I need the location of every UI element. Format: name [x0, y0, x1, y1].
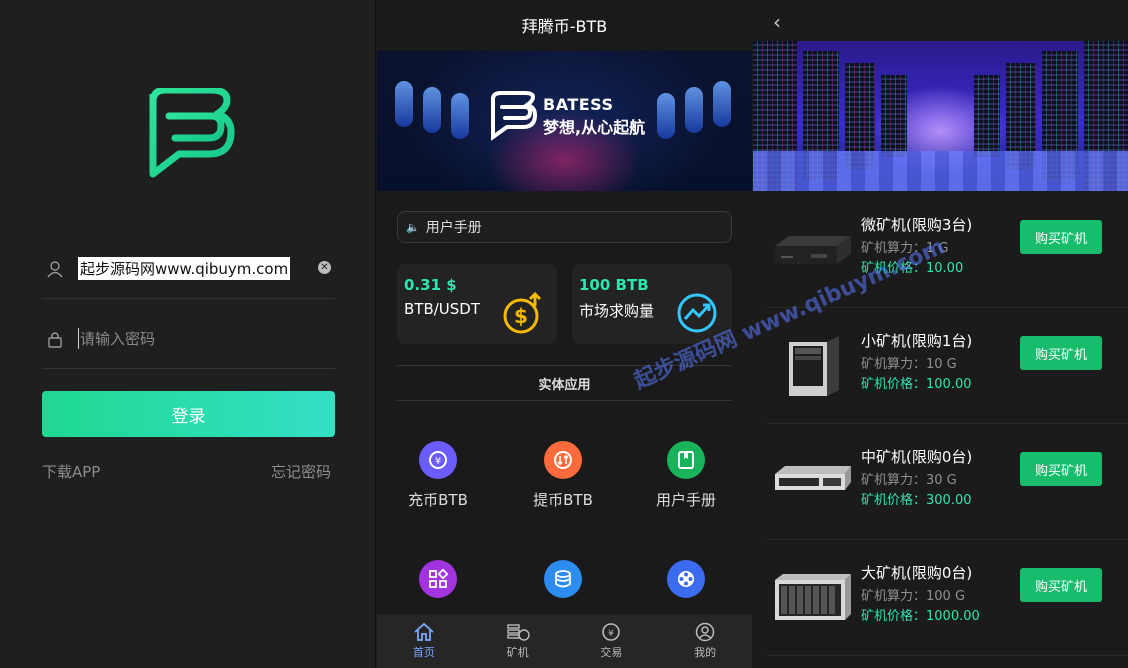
login-button[interactable]: 登录	[42, 391, 335, 437]
tab-bar: 首页 矿机 ¥ 交易 我的	[377, 614, 752, 668]
svg-text:$: $	[514, 304, 528, 328]
miner-power: 矿机算力：100 G	[861, 589, 966, 604]
app-deposit[interactable]: ¥ 充币BTB	[383, 441, 493, 510]
price-value: 0.31 $	[404, 276, 457, 294]
manual-icon	[667, 441, 705, 479]
datacenter-floor	[753, 151, 1128, 191]
user-icon	[42, 256, 68, 282]
app-manual-label: 用户手册	[655, 491, 716, 509]
banner-brand: BATESS 梦想,从心起航	[489, 91, 645, 141]
apps-grid-icon	[419, 560, 457, 598]
demand-value: 100 BTB	[579, 276, 649, 294]
password-input[interactable]: 请输入密码	[78, 328, 155, 349]
miner-power: 矿机算力：10 G	[861, 357, 957, 372]
brand-logo-icon	[491, 91, 537, 141]
notice-text: 用户手册	[425, 220, 482, 236]
screen: 起步源码网www.qibuym.com ✕ 请输入密码 登录 下载APP 忘记密…	[0, 0, 1128, 668]
tab-home-label: 首页	[412, 646, 435, 659]
divider	[397, 400, 732, 401]
medium-miner-image	[775, 466, 851, 490]
miner-item: 小矿机(限购1台) 矿机算力：10 G 矿机价格：100.00 购买矿机	[767, 308, 1128, 424]
miner-power: 矿机算力：30 G	[861, 473, 957, 488]
miner-item: 大矿机(限购0台) 矿机算力：100 G 矿机价格：1000.00 购买矿机	[767, 540, 1128, 656]
tab-exchange[interactable]: ¥ 交易	[565, 614, 659, 668]
miner-price: 矿机价格：100.00	[861, 377, 972, 392]
clear-input-icon[interactable]: ✕	[318, 261, 331, 274]
buy-miner-button[interactable]: 购买矿机	[1020, 220, 1102, 254]
tab-home[interactable]: 首页	[377, 614, 471, 668]
banner-window	[423, 87, 441, 133]
deposit-icon: ¥	[419, 441, 457, 479]
withdraw-icon	[544, 441, 582, 479]
login-panel: 起步源码网www.qibuym.com ✕ 请输入密码 登录 下载APP 忘记密…	[0, 0, 376, 668]
buy-miner-button[interactable]: 购买矿机	[1020, 452, 1102, 486]
app-logo-icon	[149, 88, 235, 178]
banner-window	[713, 81, 731, 127]
username-input[interactable]: 起步源码网www.qibuym.com	[78, 257, 291, 280]
banner-brand-name: BATESS	[543, 94, 614, 114]
app-withdraw-label: 提币BTB	[533, 491, 593, 509]
banner-slogan: 梦想,从心起航	[543, 117, 646, 137]
tab-miner[interactable]: 矿机	[471, 614, 565, 668]
app-deposit-label: 充币BTB	[408, 491, 468, 509]
section-title: 实体应用	[538, 378, 591, 393]
username-field[interactable]: 起步源码网www.qibuym.com ✕	[42, 239, 335, 299]
exchange-icon: ¥	[602, 623, 621, 641]
demand-label: 市场求购量	[579, 302, 655, 320]
password-field[interactable]: 请输入密码	[42, 309, 335, 369]
app-extra-2[interactable]	[508, 560, 618, 598]
back-arrow-icon[interactable]: ‹	[773, 10, 781, 34]
home-banner[interactable]: BATESS 梦想,从心起航	[377, 51, 752, 191]
banner-window	[657, 93, 675, 139]
price-label: BTB/USDT	[404, 300, 481, 318]
price-card[interactable]: 0.31 $ BTB/USDT $	[397, 264, 557, 344]
miner-name: 微矿机(限购3台)	[861, 216, 973, 234]
banner-window	[685, 87, 703, 133]
buy-miner-button[interactable]: 购买矿机	[1020, 568, 1102, 602]
banner-window	[395, 81, 413, 127]
app-manual[interactable]: 用户手册	[631, 441, 741, 510]
lock-icon	[42, 326, 68, 352]
miner-name: 小矿机(限购1台)	[861, 332, 973, 350]
tab-exchange-label: 交易	[600, 646, 623, 659]
tab-profile[interactable]: 我的	[658, 614, 752, 668]
server-rack	[974, 75, 1000, 157]
home-icon	[414, 622, 434, 641]
speaker-icon: 🔈	[406, 220, 420, 234]
miner-item: 中矿机(限购0台) 矿机算力：30 G 矿机价格：300.00 购买矿机	[767, 424, 1128, 540]
download-app-link[interactable]: 下载APP	[42, 461, 100, 482]
svg-text:¥: ¥	[435, 456, 441, 467]
miners-panel: ‹ 微矿机(限购3台) 矿机算力：1 G 矿机价格：10.00 购买矿机 小矿机…	[753, 0, 1128, 668]
miner-name: 中矿机(限购0台)	[861, 448, 973, 466]
page-title: 拜腾币-BTB	[521, 17, 608, 36]
forgot-password-link[interactable]: 忘记密码	[271, 461, 331, 482]
banner-window	[451, 93, 469, 139]
miner-price: 矿机价格：300.00	[861, 493, 972, 508]
dollar-coin-icon: $	[503, 292, 542, 334]
app-withdraw[interactable]: 提币BTB	[508, 441, 618, 510]
home-panel: 拜腾币-BTB BATESS 梦想,从心起航 🔈 用户手册 0.31 $ BTB…	[377, 0, 752, 668]
server-rack	[881, 75, 907, 157]
app-extra-3[interactable]	[631, 560, 741, 598]
app-extra-1[interactable]	[383, 560, 493, 598]
small-miner-image	[789, 336, 839, 396]
buy-miner-button[interactable]: 购买矿机	[1020, 336, 1102, 370]
miner-icon	[506, 624, 530, 641]
profile-icon	[695, 622, 715, 642]
large-miner-image	[775, 574, 851, 620]
datacenter-banner	[753, 41, 1128, 191]
miner-name: 大矿机(限购0台)	[861, 564, 973, 582]
database-icon	[544, 560, 582, 598]
tab-profile-label: 我的	[694, 646, 717, 659]
notice-bar[interactable]: 🔈 用户手册	[397, 211, 732, 243]
svg-text:¥: ¥	[609, 629, 615, 639]
film-reel-icon	[667, 560, 705, 598]
tab-miner-label: 矿机	[506, 646, 529, 659]
miner-price: 矿机价格：1000.00	[861, 609, 980, 624]
